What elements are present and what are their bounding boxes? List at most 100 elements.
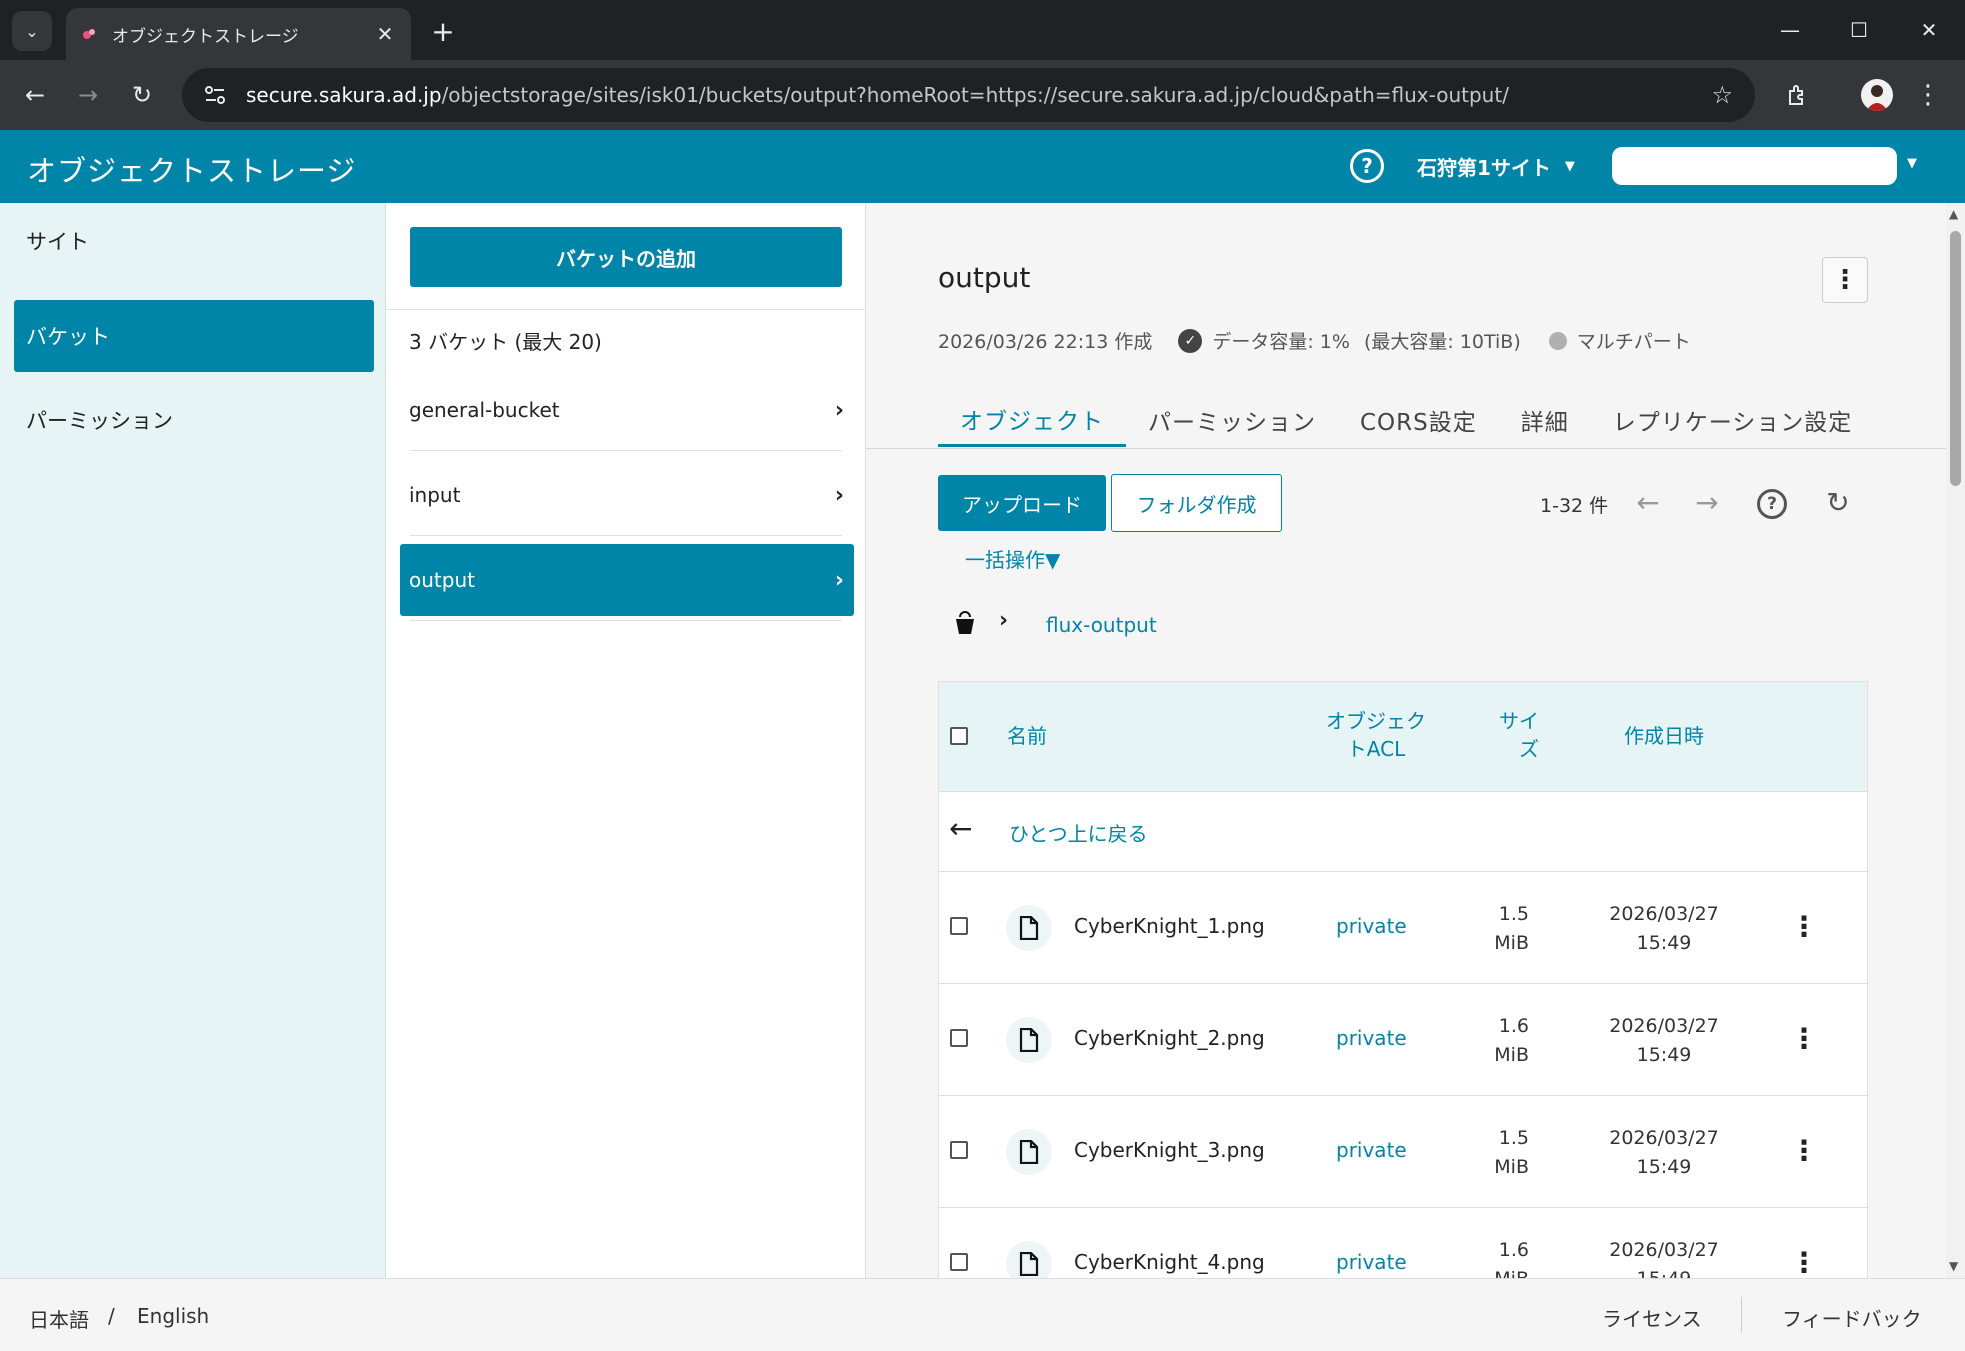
multipart-text: マルチパート — [1576, 331, 1691, 353]
close-tab-icon[interactable]: ✕ — [373, 22, 397, 46]
parent-folder-row[interactable]: ← ひとつ上に戻る — [939, 792, 1867, 872]
account-selector[interactable] — [1612, 147, 1897, 185]
parent-folder-link[interactable]: ひとつ上に戻る — [1009, 818, 1148, 847]
caret-down-icon[interactable]: ▼ — [1907, 156, 1917, 171]
tab-cors[interactable]: CORS設定 — [1338, 393, 1499, 447]
language-english-link[interactable]: English — [137, 1304, 209, 1328]
back-button[interactable]: ← — [15, 75, 55, 115]
page-info: 1-32 件 — [1540, 495, 1609, 517]
size-unit: MiB — [1494, 1156, 1529, 1179]
size-value: 1.5 — [1498, 1127, 1529, 1149]
file-name[interactable]: CyberKnight_1.png — [1074, 914, 1265, 938]
help-icon[interactable]: ? — [1350, 149, 1384, 183]
object-acl[interactable]: private — [1336, 1026, 1407, 1050]
feedback-link[interactable]: フィードバック — [1782, 1303, 1922, 1332]
scroll-down-icon[interactable]: ▼ — [1949, 1259, 1958, 1273]
breadcrumb-folder-link[interactable]: flux-output — [1046, 613, 1157, 637]
create-folder-button[interactable]: フォルダ作成 — [1111, 474, 1282, 532]
arrow-right-icon: → — [77, 81, 99, 109]
row-menu-icon[interactable]: ⋮ — [1789, 1242, 1819, 1279]
language-japanese-link[interactable]: 日本語 — [29, 1304, 89, 1333]
bookmark-star-icon[interactable]: ☆ — [1711, 81, 1733, 109]
browser-tab[interactable]: オブジェクトストレージ ✕ — [66, 8, 411, 60]
url-path: /objectstorage/sites/isk01/buckets/outpu… — [441, 83, 1509, 107]
divider — [410, 535, 842, 536]
object-acl[interactable]: private — [1336, 1138, 1407, 1162]
profile-avatar[interactable] — [1861, 79, 1893, 111]
prev-page-icon[interactable]: ← — [1631, 485, 1665, 519]
reload-button[interactable]: ↻ — [122, 75, 162, 115]
column-header-date[interactable]: 作成日時 — [1604, 722, 1724, 750]
tab-objects[interactable]: オブジェクト — [938, 393, 1126, 447]
upload-button[interactable]: アップロード — [938, 475, 1106, 531]
bucket-list-pane: バケットの追加 3 バケット (最大 20) general-bucket › … — [385, 203, 866, 1278]
browser-menu-icon[interactable]: ⋮ — [1915, 77, 1941, 113]
chevron-right-icon: › — [834, 567, 844, 593]
nav-item-buckets[interactable]: バケット — [14, 300, 374, 372]
bucket-item-general-bucket[interactable]: general-bucket › — [400, 374, 854, 446]
page-scrollbar[interactable]: ▲ ▼ — [1946, 203, 1965, 1278]
header-line: オブジェク — [1326, 709, 1426, 733]
refresh-icon[interactable]: ↻ — [1821, 485, 1855, 519]
tab-permissions[interactable]: パーミッション — [1126, 393, 1338, 447]
file-size: 1.6 MiB — [1469, 1012, 1529, 1071]
file-name[interactable]: CyberKnight_4.png — [1074, 1250, 1265, 1274]
nav-item-permissions[interactable]: パーミッション — [14, 384, 374, 456]
new-tab-button[interactable]: + — [426, 14, 460, 48]
browser-tabbar: ⌄ オブジェクトストレージ ✕ + — ☐ ✕ — [0, 0, 1965, 60]
date-value: 2026/03/27 — [1609, 1239, 1719, 1261]
bucket-menu-button[interactable]: ⋮ — [1822, 257, 1868, 303]
max-capacity-text: (最大容量: 10TiB) — [1363, 331, 1521, 353]
header-line: ズ — [1519, 737, 1539, 761]
maximize-button[interactable]: ☐ — [1825, 0, 1893, 60]
site-name: 石狩第1サイト — [1417, 156, 1551, 180]
column-header-acl[interactable]: オブジェク トACL — [1311, 707, 1441, 763]
minimize-button[interactable]: — — [1756, 0, 1824, 60]
help-icon[interactable]: ? — [1757, 489, 1787, 519]
file-size: 1.6 MiB — [1469, 1236, 1529, 1278]
site-info-icon[interactable] — [204, 85, 230, 105]
scroll-up-icon[interactable]: ▲ — [1949, 207, 1958, 221]
bucket-item-output[interactable]: output › — [400, 544, 854, 616]
row-menu-icon[interactable]: ⋮ — [1789, 1130, 1819, 1170]
row-checkbox[interactable] — [950, 1141, 968, 1159]
bucket-detail-pane: output ⋮ 2026/03/26 22:13 作成 ✓ データ容量: 1%… — [866, 203, 1946, 1278]
bucket-name: input — [409, 483, 461, 507]
row-menu-icon[interactable]: ⋮ — [1789, 906, 1819, 946]
divider — [1741, 1297, 1742, 1333]
tab-replication[interactable]: レプリケーション設定 — [1591, 393, 1875, 447]
add-bucket-button[interactable]: バケットの追加 — [410, 227, 842, 287]
extensions-icon[interactable] — [1780, 77, 1816, 113]
next-page-icon[interactable]: → — [1690, 485, 1724, 519]
address-bar[interactable]: secure.sakura.ad.jp/objectstorage/sites/… — [182, 68, 1755, 122]
size-value: 1.6 — [1498, 1015, 1529, 1037]
forward-button[interactable]: → — [68, 75, 108, 115]
site-selector[interactable]: 石狩第1サイト ▼ — [1417, 152, 1575, 181]
scrollbar-thumb[interactable] — [1950, 231, 1961, 486]
license-link[interactable]: ライセンス — [1602, 1303, 1702, 1332]
nav-item-label: サイト — [26, 230, 89, 254]
row-checkbox[interactable] — [950, 917, 968, 935]
select-all-checkbox[interactable] — [950, 727, 968, 745]
capacity-text: データ容量: 1% — [1212, 331, 1350, 353]
bucket-icon[interactable] — [954, 611, 978, 637]
row-checkbox[interactable] — [950, 1253, 968, 1271]
row-checkbox[interactable] — [950, 1029, 968, 1047]
nav-item-sites[interactable]: サイト — [14, 205, 374, 277]
file-icon — [1006, 1241, 1052, 1278]
close-window-button[interactable]: ✕ — [1895, 0, 1963, 60]
bucket-item-input[interactable]: input › — [400, 459, 854, 531]
file-name[interactable]: CyberKnight_3.png — [1074, 1138, 1265, 1162]
date-value: 2026/03/27 — [1609, 1015, 1719, 1037]
tab-details[interactable]: 詳細 — [1499, 393, 1591, 447]
row-menu-icon[interactable]: ⋮ — [1789, 1018, 1819, 1058]
column-header-name[interactable]: 名前 — [1007, 722, 1047, 750]
object-acl[interactable]: private — [1336, 914, 1407, 938]
created-date: 2026/03/26 22:13 作成 — [938, 331, 1153, 353]
tab-search-button[interactable]: ⌄ — [12, 11, 52, 51]
file-name[interactable]: CyberKnight_2.png — [1074, 1026, 1265, 1050]
column-header-size[interactable]: サイ ズ — [1479, 707, 1539, 763]
bulk-operations-dropdown[interactable]: 一括操作▼ — [965, 544, 1060, 573]
object-acl[interactable]: private — [1336, 1250, 1407, 1274]
created-at: 2026/03/27 15:49 — [1579, 1012, 1749, 1071]
